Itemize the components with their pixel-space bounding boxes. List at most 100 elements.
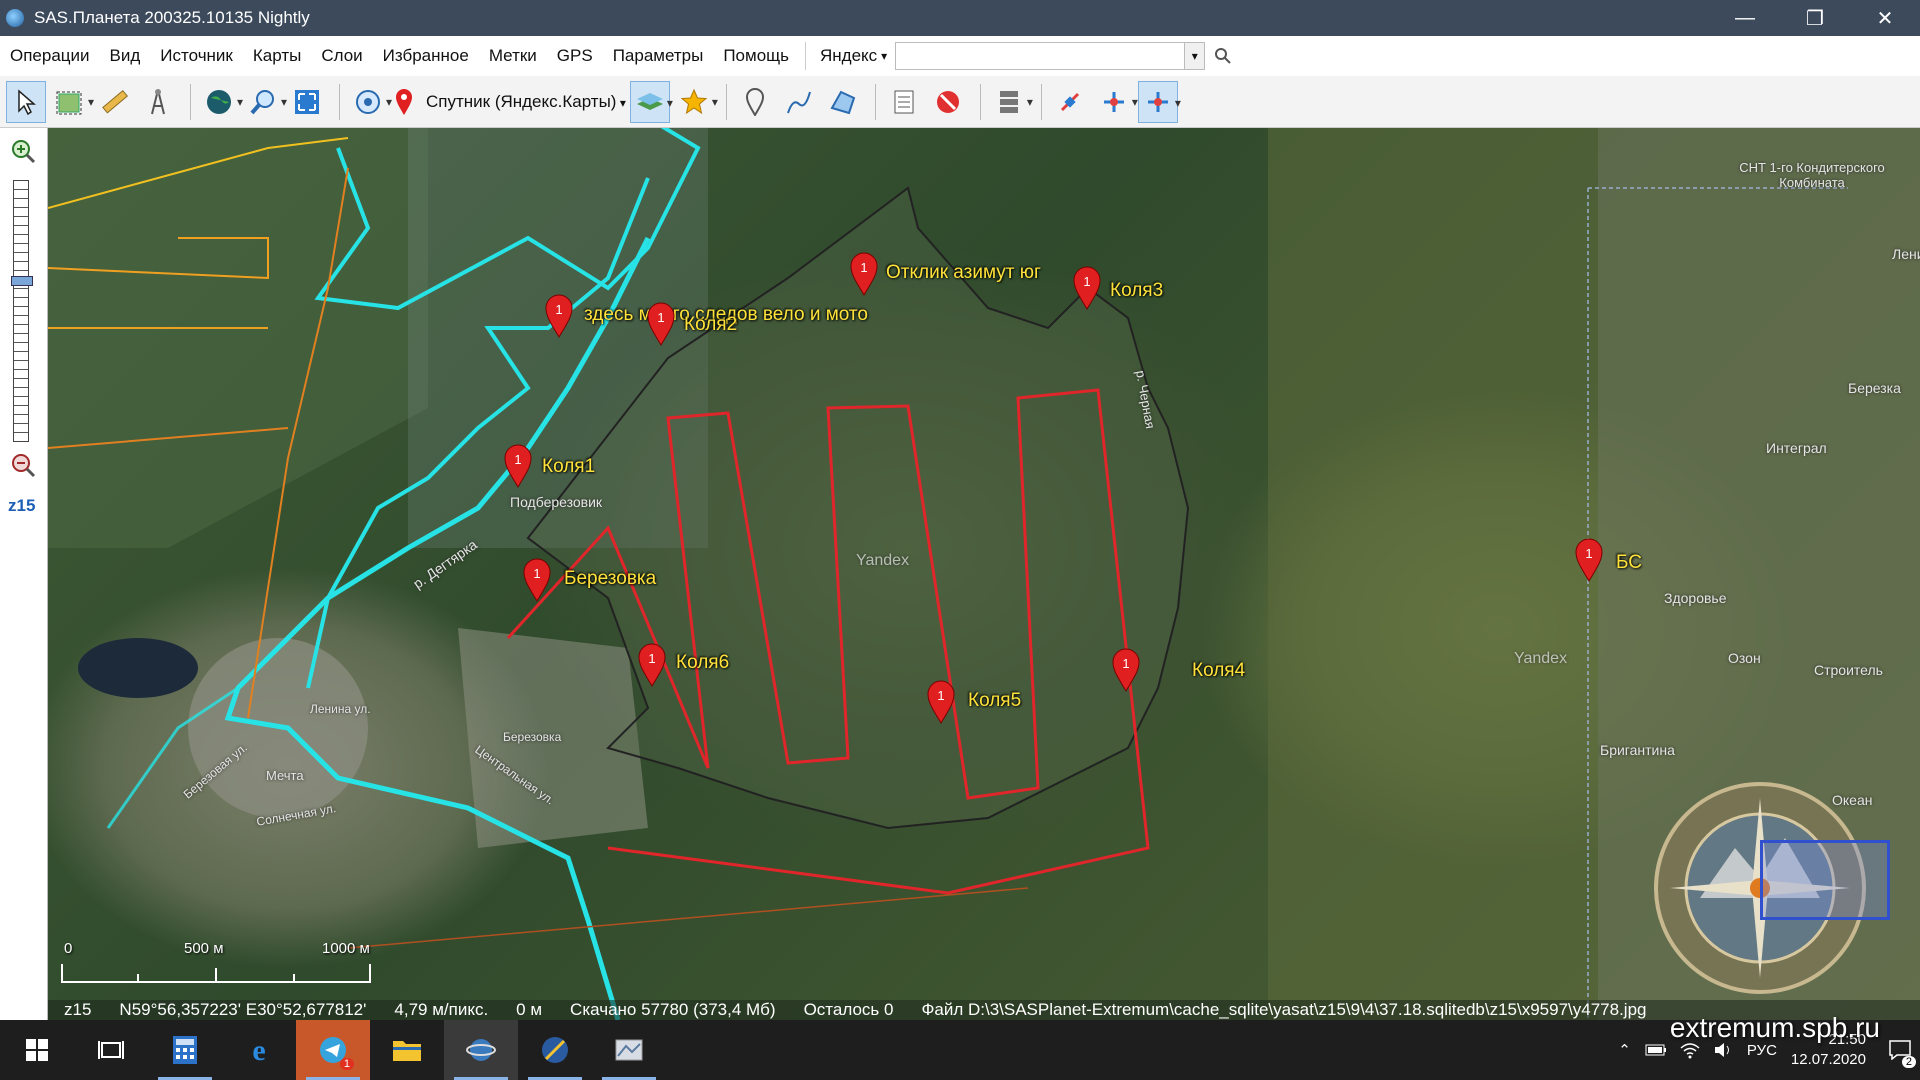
menu-gps[interactable]: GPS (547, 46, 603, 66)
scale-label: 0 (64, 940, 73, 957)
add-polygon-button[interactable] (823, 81, 863, 123)
status-altitude: 0 м (516, 1000, 543, 1019)
svg-text:1: 1 (514, 452, 521, 467)
fullscreen-icon (295, 89, 319, 114)
title-bar: SAS.Планета 200325.10135 Nightly — ❐ ✕ (0, 0, 1920, 36)
place-label: Ленин (1892, 246, 1920, 262)
windows-logo-icon (26, 1039, 48, 1061)
search-provider-dropdown[interactable]: Яндекс (812, 46, 895, 66)
fullscreen-button[interactable] (287, 81, 327, 123)
restore-button[interactable]: ❐ (1780, 0, 1850, 36)
select-area-icon (56, 91, 82, 114)
menu-favorites[interactable]: Избранное (373, 46, 479, 66)
menu-view[interactable]: Вид (100, 46, 151, 66)
toolbar-separator (725, 83, 727, 120)
marks-list-button[interactable] (884, 81, 924, 123)
gps-button[interactable] (348, 81, 392, 123)
place-label: Березка (1848, 380, 1901, 396)
mark-pin[interactable]: 1 (503, 444, 533, 488)
battery-icon[interactable] (1645, 1042, 1667, 1058)
map-marker-button[interactable] (392, 81, 416, 123)
taskbar-explorer[interactable] (370, 1020, 444, 1080)
taskbar-map-app[interactable] (592, 1020, 666, 1080)
menu-marks[interactable]: Метки (479, 46, 547, 66)
favorites-button[interactable] (674, 81, 718, 123)
zoom-out-icon[interactable] (10, 452, 36, 478)
minimize-button[interactable]: — (1710, 0, 1780, 36)
hide-marks-button[interactable] (928, 81, 968, 123)
toolbar-separator (190, 83, 191, 120)
taskbar-edge[interactable]: e (222, 1020, 296, 1080)
action-center-button[interactable]: 2 (1880, 1020, 1920, 1080)
taskbar-telegram[interactable]: 1 (296, 1020, 370, 1080)
search-input[interactable] (895, 42, 1186, 70)
toolbar-separator (339, 83, 340, 120)
marks-list-icon (894, 90, 914, 113)
mark-pin[interactable]: 1 (1111, 648, 1141, 692)
taskbar-sasplanet[interactable] (444, 1020, 518, 1080)
mark-label: Коля2 (684, 314, 738, 335)
satellite2-button[interactable] (1094, 81, 1138, 123)
place-label: Бригантина (1600, 742, 1675, 758)
mark-pin[interactable]: 1 (1574, 538, 1604, 582)
mark-pin[interactable]: 1 (544, 294, 574, 338)
menu-help[interactable]: Помощь (713, 46, 799, 66)
zoom-button[interactable] (243, 81, 287, 123)
map-view[interactable]: 1 Отклик азимут юг 1 Коля3 1 здесь много… (48, 128, 1920, 1020)
mark-label: Коля3 (1110, 280, 1164, 301)
menu-maps[interactable]: Карты (243, 46, 311, 66)
scale-label: 500 м (184, 940, 224, 957)
taskbar: e 1 ⌃ РУС 21:50 12.07.2020 2 (0, 1020, 1920, 1080)
taskbar-calculator[interactable] (148, 1020, 222, 1080)
menu-parameters[interactable]: Параметры (603, 46, 714, 66)
search-history-dropdown[interactable]: ▾ (1185, 42, 1206, 70)
tile-storage-button[interactable] (989, 81, 1033, 123)
mark-pin[interactable]: 1 (1072, 266, 1102, 310)
map-type-dropdown[interactable]: Спутник (Яндекс.Карты) (426, 92, 626, 112)
chevron-up-icon[interactable]: ⌃ (1618, 1041, 1631, 1059)
language-indicator[interactable]: РУС (1747, 1042, 1777, 1059)
svg-text:1: 1 (1122, 656, 1129, 671)
close-button[interactable]: ✕ (1850, 0, 1920, 36)
task-view-button[interactable] (74, 1020, 148, 1080)
satellite-icon (1060, 92, 1079, 111)
mark-pin[interactable]: 1 (522, 558, 552, 602)
menu-operations[interactable]: Операции (0, 46, 100, 66)
layers-button[interactable] (629, 80, 673, 123)
menu-source[interactable]: Источник (150, 46, 243, 66)
zoom-slider[interactable] (13, 180, 29, 442)
satellite-button[interactable] (1050, 81, 1090, 123)
pointer-tool-button[interactable] (6, 80, 46, 123)
status-downloaded: Скачано 57780 (373,4 Мб) (570, 1000, 776, 1019)
mark-label: БС (1616, 552, 1642, 573)
satellite3-button[interactable] (1137, 80, 1181, 123)
menu-layers[interactable]: Слои (311, 46, 372, 66)
status-file-path: Файл D:\3\SASPlanet-Extremum\cache_sqlit… (921, 1000, 1647, 1019)
menu-separator (805, 42, 806, 70)
zoom-slider-thumb[interactable] (11, 276, 33, 286)
globe-button[interactable] (199, 81, 243, 123)
zoom-in-icon[interactable] (10, 138, 36, 164)
mark-pin[interactable]: 1 (637, 643, 667, 687)
minimap-box[interactable] (1760, 840, 1890, 920)
start-button[interactable] (0, 1020, 74, 1080)
zoom-icon (250, 89, 274, 114)
mark-label: Коля6 (676, 652, 730, 673)
mark-pin[interactable]: 1 (849, 252, 879, 296)
search-icon[interactable] (1213, 46, 1233, 66)
add-path-button[interactable] (779, 81, 819, 123)
pointer-icon (18, 88, 37, 115)
mark-pin[interactable]: 1 (646, 302, 676, 346)
ruler-button[interactable] (94, 81, 134, 123)
svg-text:e: e (252, 1035, 265, 1065)
compass-icon (151, 88, 165, 114)
place-label: Озон (1728, 650, 1761, 666)
compass-button[interactable] (138, 81, 178, 123)
select-area-button[interactable] (50, 81, 94, 123)
taskbar-app[interactable] (518, 1020, 592, 1080)
mark-pin[interactable]: 1 (926, 680, 956, 724)
favorites-star-icon (680, 88, 708, 114)
add-point-button[interactable] (735, 81, 775, 123)
svg-text:1: 1 (860, 260, 867, 275)
mark-label: Коля5 (968, 690, 1022, 711)
